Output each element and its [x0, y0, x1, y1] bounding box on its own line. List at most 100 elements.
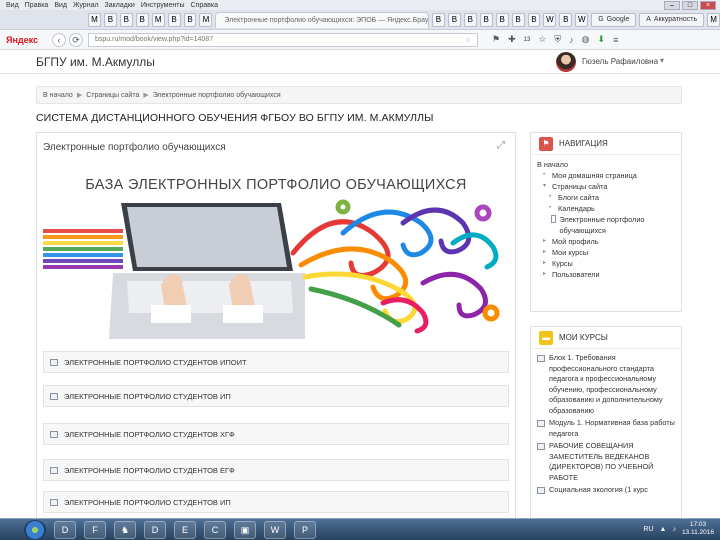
taskbar-app-icon[interactable]: E — [174, 520, 196, 539]
system-tray: RU ▲ ♪ 17:03 13.11.2016 — [643, 521, 714, 537]
portfolio-link[interactable]: ЭЛЕКТРОННЫЕ ПОРТФОЛИО СТУДЕНТОВ ЕГФ — [43, 459, 509, 481]
taskbar-app-icon[interactable]: W — [264, 520, 286, 539]
browser-tab[interactable]: B — [479, 12, 493, 27]
start-button[interactable] — [24, 519, 46, 540]
volume-icon[interactable]: ♪ — [672, 526, 676, 533]
nav-item-label: Электронные портфолио обучающихся — [559, 215, 645, 235]
refresh-icon[interactable]: ⟳ — [69, 32, 83, 47]
browser-tab[interactable]: B — [431, 12, 445, 27]
bookmark-star-icon[interactable]: ☆ — [465, 36, 471, 44]
translate-icon[interactable]: ⚑ — [492, 34, 500, 45]
clock[interactable]: 17:03 13.11.2016 — [682, 521, 714, 537]
rainbow-stripes — [43, 229, 123, 269]
browser-tab[interactable]: B — [103, 12, 117, 27]
nav-item-my-courses[interactable]: ▸ Мои курсы — [537, 247, 675, 258]
browser-tab[interactable]: M — [88, 12, 101, 27]
menu-item[interactable]: Правка — [25, 2, 49, 9]
menu-item[interactable]: Журнал — [73, 2, 99, 9]
portfolio-link-label: ЭЛЕКТРОННЫЕ ПОРТФОЛИО СТУДЕНТОВ ХГФ — [64, 429, 235, 439]
maximize-button[interactable]: □ — [682, 1, 698, 10]
yandex-logo[interactable]: Яндекс — [6, 35, 52, 45]
portfolio-link[interactable]: ЭЛЕКТРОННЫЕ ПОРТФОЛИО СТУДЕНТОВ ХГФ — [43, 423, 509, 445]
breadcrumb-item[interactable]: Страницы сайта — [86, 92, 139, 99]
language-indicator[interactable]: RU — [643, 526, 653, 533]
menu-item[interactable]: Закладки — [105, 2, 135, 9]
browser-tab-second[interactable]: A Аккуратность — [639, 12, 705, 27]
taskbar-app-icon[interactable]: P — [294, 520, 316, 539]
browser-tab[interactable]: B — [119, 12, 133, 27]
browser-toolbar: ⚑ ✚ 13 ☆ ⛨ ♪ ◍ ⬇ ≡ — [492, 34, 618, 45]
download-icon[interactable]: ⬇ — [598, 34, 606, 45]
navigation-block-header[interactable]: ⚑ НАВИГАЦИЯ — [531, 133, 681, 155]
nav-item-users[interactable]: ▸ Пользователи — [537, 269, 675, 280]
active-browser-tab[interactable]: Электронные портфолио обучающихся: ЭПОБ … — [215, 11, 429, 28]
browser-tab[interactable]: B — [183, 12, 197, 27]
browser-tab[interactable]: M — [151, 12, 165, 27]
breadcrumb-separator-icon: ▶ — [76, 92, 83, 99]
extension-icon[interactable]: ✚ — [508, 34, 516, 45]
minimize-button[interactable]: – — [664, 1, 680, 10]
portfolio-link[interactable]: ЭЛЕКТРОННЫЕ ПОРТФОЛИО СТУДЕНТОВ ИПОИТ — [43, 351, 509, 373]
browser-tab[interactable]: B — [559, 12, 573, 27]
nav-item-profile[interactable]: ▸ Мой профиль — [537, 236, 675, 247]
browser-tab[interactable]: B — [495, 12, 509, 27]
browser-tab[interactable]: M — [707, 12, 720, 27]
nav-item-calendar[interactable]: • Календарь — [537, 203, 675, 214]
taskbar-app-icon[interactable]: F — [84, 520, 106, 539]
breadcrumb-item[interactable]: В начало — [43, 92, 73, 99]
browser-tab[interactable]: W — [575, 12, 589, 27]
menu-item[interactable]: Вид — [54, 2, 67, 9]
browser-tab[interactable]: B — [447, 12, 461, 27]
expand-icon[interactable]: ⤢ — [495, 140, 507, 152]
url-input[interactable]: bspu.ru/mod/book/view.php?id=14087 ☆ — [88, 32, 478, 47]
course-item[interactable]: Блок 1. Требования профессионального ста… — [537, 353, 675, 416]
lock-icon[interactable]: ⛨ — [554, 34, 561, 45]
site-brand[interactable]: БГПУ им. М.Акмуллы — [36, 55, 155, 69]
browser-tab[interactable]: W — [543, 12, 557, 27]
browser-tab[interactable]: B — [167, 12, 181, 27]
browser-tab[interactable]: B — [527, 12, 541, 27]
nav-item-portfolios[interactable]: Электронные портфолио обучающихся — [537, 214, 675, 236]
tab-strip: M B B B M B B M Электронные портфолио об… — [0, 10, 720, 30]
breadcrumb: В начало ▶ Страницы сайта ▶ Электронные … — [36, 86, 682, 104]
back-arrow-icon[interactable]: ‹ — [52, 32, 66, 47]
nav-item-courses[interactable]: ▸ Курсы — [537, 258, 675, 269]
globe-icon[interactable]: ◍ — [582, 34, 590, 45]
taskbar-app-icon[interactable]: ♞ — [114, 520, 136, 539]
nav-item-label: Пользователи — [552, 270, 600, 279]
taskbar-app-icon[interactable]: D — [54, 520, 76, 539]
taskbar-app-icon[interactable]: ▣ — [234, 520, 256, 539]
portfolio-link[interactable]: ЭЛЕКТРОННЫЕ ПОРТФОЛИО СТУДЕНТОВ ИП — [43, 385, 509, 407]
taskbar-app-icon[interactable]: D — [144, 520, 166, 539]
chevron-down-icon[interactable]: ▾ — [660, 56, 664, 65]
menu-item[interactable]: Инструменты — [141, 2, 185, 9]
course-item[interactable]: Модуль 1. Нормативная база работы педаго… — [537, 418, 675, 439]
book-icon — [50, 358, 58, 366]
star-icon[interactable]: ☆ — [538, 34, 546, 45]
avatar[interactable] — [556, 52, 576, 72]
nav-item-site-pages[interactable]: ▾ Страницы сайта — [537, 181, 675, 192]
user-name[interactable]: Гюзель Рафаиловна — [582, 57, 658, 66]
browser-tab[interactable]: B — [463, 12, 477, 27]
browser-tab-google[interactable]: G Google — [591, 12, 637, 27]
courses-icon: ▬ — [539, 330, 553, 345]
browser-tab[interactable]: M — [199, 12, 213, 27]
nav-item-dashboard[interactable]: • Моя домашняя страница — [537, 170, 675, 181]
nav-item-home[interactable]: В начало — [537, 159, 675, 170]
menu-icon[interactable]: ≡ — [613, 35, 618, 45]
nav-item-label: Моя домашняя страница — [552, 171, 637, 180]
close-button[interactable]: × — [700, 1, 716, 10]
site-header: БГПУ им. М.Акмуллы Гюзель Рафаиловна ▾ — [0, 50, 720, 74]
portfolio-link[interactable]: ЭЛЕКТРОННЫЕ ПОРТФОЛИО СТУДЕНТОВ ИП — [43, 491, 509, 513]
speaker-icon[interactable]: ♪ — [569, 35, 574, 45]
my-courses-block-header[interactable]: ▬ МОИ КУРСЫ — [531, 327, 681, 349]
menu-item[interactable]: Вид — [6, 2, 19, 9]
menu-item[interactable]: Справка — [191, 2, 218, 9]
taskbar-app-icon[interactable]: C — [204, 520, 226, 539]
nav-item-site-blogs[interactable]: • Блоги сайта — [537, 192, 675, 203]
network-icon[interactable]: ▲ — [660, 526, 667, 533]
browser-tab[interactable]: B — [135, 12, 149, 27]
browser-tab[interactable]: B — [511, 12, 525, 27]
course-item[interactable]: Социальная экология (1 курс — [537, 485, 675, 496]
course-item[interactable]: РАБОЧИЕ СОВЕЩАНИЯ ЗАМЕСТИТЕЛЬ ВЕДЕКАНОВ … — [537, 441, 675, 483]
